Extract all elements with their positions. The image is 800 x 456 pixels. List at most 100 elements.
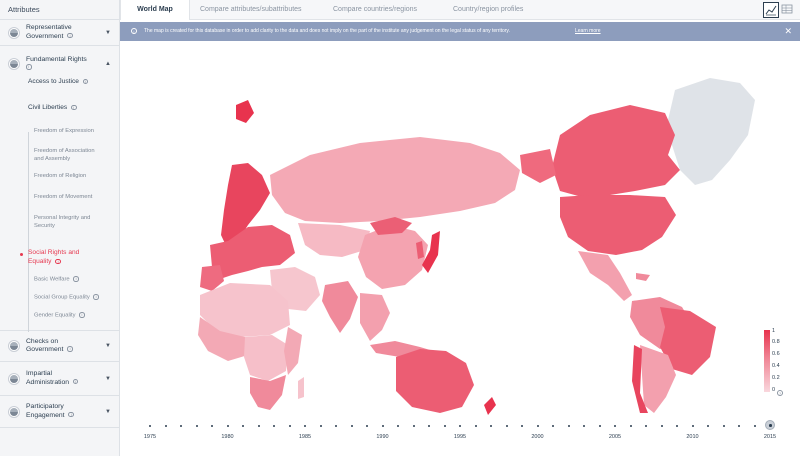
table-view-button[interactable]	[780, 2, 796, 18]
info-icon[interactable]: i	[79, 312, 85, 318]
sidebar-item-access-to-justice[interactable]: Access to Justice i	[0, 78, 89, 85]
timeline-year-dot[interactable]	[304, 425, 306, 427]
info-icon[interactable]: i	[26, 64, 32, 70]
region-east-africa[interactable]	[284, 327, 302, 375]
timeline-year-dot[interactable]	[149, 425, 151, 427]
info-icon[interactable]: i	[67, 32, 73, 39]
timeline-year-dot[interactable]	[428, 425, 430, 427]
timeline-year-label[interactable]: 2000	[531, 434, 543, 440]
timeline-year-dot[interactable]	[164, 425, 167, 427]
sidebar-item-freedom-of-movement[interactable]: Freedom of Movement	[0, 194, 92, 202]
region-china[interactable]	[358, 225, 428, 289]
timeline-year-dot[interactable]	[490, 425, 492, 427]
timeline-year-dot[interactable]	[753, 425, 756, 427]
region-usa[interactable]	[560, 195, 676, 255]
timeline-year-dot[interactable]	[660, 425, 663, 427]
sidebar-item-freedom-of-religion[interactable]: Freedom of Religion	[0, 173, 86, 181]
region-caribbean[interactable]	[636, 273, 650, 281]
sidebar-item-social-group-equality[interactable]: Social Group Equality i	[0, 294, 99, 302]
chevron-down-icon[interactable]: ▼	[105, 376, 111, 382]
sidebar-item-social-rights-and-equality[interactable]: Social Rights and Equality i	[0, 248, 79, 266]
info-icon[interactable]: i	[93, 294, 99, 300]
sidebar-item-personal-integrity[interactable]: Personal Integrity and Security	[0, 215, 90, 230]
timeline-year-label[interactable]: 1990	[376, 434, 388, 440]
info-icon[interactable]: i	[55, 258, 61, 264]
timeline-year-dot[interactable]	[722, 425, 725, 427]
info-icon[interactable]: i	[73, 276, 79, 282]
sidebar-item-basic-welfare[interactable]: Basic Welfare i	[0, 276, 79, 284]
info-icon[interactable]: i	[82, 78, 89, 84]
chevron-down-icon[interactable]: ▼	[105, 409, 111, 415]
timeline-year-label[interactable]: 1995	[454, 434, 466, 440]
timeline-year-dot[interactable]	[242, 425, 244, 427]
timeline-year-dot[interactable]	[629, 425, 632, 427]
timeline-year-dot[interactable]	[257, 425, 260, 427]
year-timeline[interactable]: 1975 1980 1985 1990 1995 2000 2005 2010 2015	[120, 415, 800, 456]
timeline-year-label[interactable]: 2005	[609, 434, 621, 440]
timeline-year-label[interactable]: 1975	[144, 434, 156, 440]
timeline-year-dot[interactable]	[567, 425, 570, 427]
timeline-year-dot[interactable]	[598, 425, 601, 427]
chevron-down-icon[interactable]: ▼	[105, 343, 111, 349]
learn-more-link[interactable]: Learn more	[575, 22, 601, 41]
timeline-year-dot[interactable]	[226, 425, 229, 427]
region-australia[interactable]	[396, 349, 474, 413]
timeline-year-dot[interactable]	[676, 425, 678, 427]
timeline-year-dot[interactable]	[195, 425, 198, 427]
region-svalbard[interactable]	[236, 100, 254, 123]
timeline-year-dot[interactable]	[366, 425, 368, 427]
timeline-year-dot[interactable]	[645, 425, 647, 427]
sidebar-item-gender-equality[interactable]: Gender Equality i	[0, 312, 85, 320]
category-impartial-administration[interactable]: Impartial Administration i ▼	[0, 362, 119, 396]
world-map[interactable]	[120, 45, 800, 415]
region-canada[interactable]	[552, 105, 680, 197]
timeline-year-label[interactable]: 2015	[764, 434, 776, 440]
timeline-year-dot[interactable]	[288, 425, 291, 427]
tab-compare-countries[interactable]: Compare countries/regions	[333, 0, 417, 20]
timeline-year-dot[interactable]	[443, 425, 446, 427]
region-central-asia[interactable]	[298, 223, 370, 257]
tab-country-profiles[interactable]: Country/region profiles	[453, 0, 523, 20]
region-russia[interactable]	[270, 137, 520, 223]
region-alaska[interactable]	[520, 149, 556, 183]
chevron-up-icon[interactable]: ▲	[105, 61, 111, 67]
timeline-year-dot[interactable]	[335, 425, 337, 427]
timeline-year-dot[interactable]	[536, 425, 539, 427]
chevron-down-icon[interactable]: ▼	[105, 30, 111, 36]
timeline-year-dot[interactable]	[552, 425, 554, 427]
region-india[interactable]	[322, 281, 358, 333]
timeline-handle[interactable]	[765, 420, 775, 430]
timeline-year-dot[interactable]	[707, 425, 709, 427]
timeline-year-dot[interactable]	[614, 425, 616, 427]
timeline-year-dot[interactable]	[691, 425, 694, 427]
info-icon[interactable]: i	[71, 104, 77, 110]
timeline-year-dot[interactable]	[583, 425, 585, 427]
category-fundamental-rights[interactable]: Fundamental Rights i ▲	[0, 52, 119, 76]
timeline-year-label[interactable]: 1980	[221, 434, 233, 440]
timeline-year-label[interactable]: 1985	[299, 434, 311, 440]
sidebar-item-civil-liberties[interactable]: Civil Liberties i	[0, 104, 77, 111]
region-central-africa[interactable]	[244, 335, 288, 381]
region-new-zealand[interactable]	[484, 397, 496, 415]
close-icon[interactable]: ✕	[784, 22, 792, 41]
tab-compare-attributes[interactable]: Compare attributes/subattributes	[200, 0, 302, 20]
timeline-year-dot[interactable]	[459, 425, 461, 427]
timeline-year-dot[interactable]	[273, 425, 275, 427]
timeline-year-dot[interactable]	[319, 425, 322, 427]
category-checks-on-government[interactable]: Checks on Government i ▼	[0, 330, 119, 362]
category-participatory-engagement[interactable]: Participatory Engagement i ▼	[0, 396, 119, 428]
timeline-year-dot[interactable]	[521, 425, 523, 427]
info-icon[interactable]: i	[68, 411, 74, 418]
timeline-year-dot[interactable]	[381, 425, 384, 427]
tab-world-map[interactable]: World Map	[120, 0, 190, 20]
info-icon[interactable]: i	[67, 346, 73, 352]
region-southeast-asia[interactable]	[360, 293, 390, 341]
timeline-year-label[interactable]: 2010	[686, 434, 698, 440]
timeline-year-dot[interactable]	[350, 425, 353, 427]
help-icon[interactable]: ?	[777, 390, 783, 396]
info-icon[interactable]: i	[72, 378, 79, 385]
timeline-year-dot[interactable]	[397, 425, 399, 427]
timeline-year-dot[interactable]	[474, 425, 477, 427]
timeline-year-dot[interactable]	[180, 425, 182, 427]
timeline-year-dot[interactable]	[211, 425, 213, 427]
